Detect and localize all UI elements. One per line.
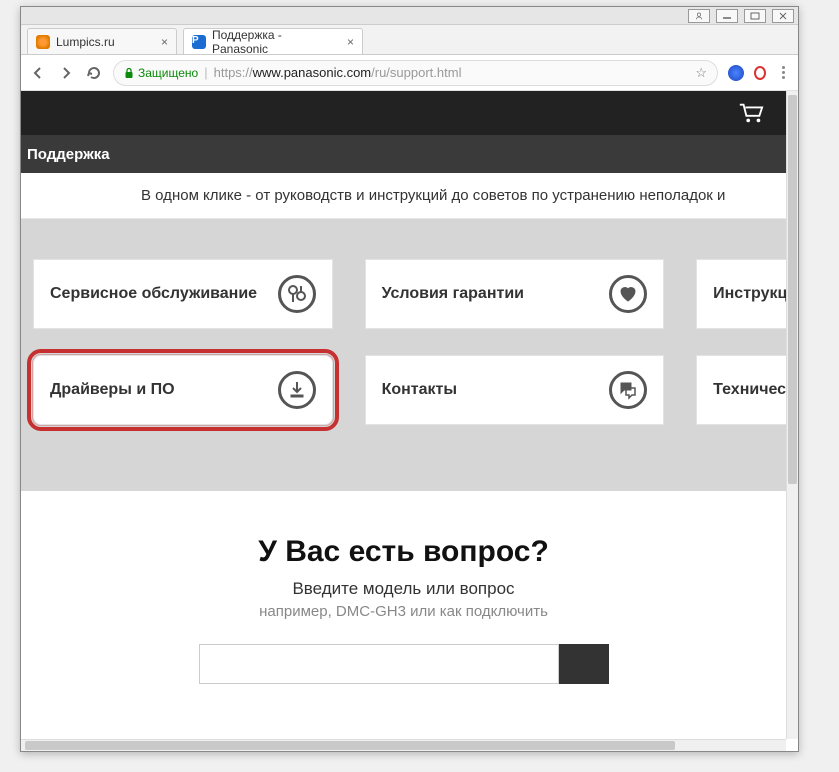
user-icon-button[interactable] <box>688 9 710 23</box>
tile-warranty[interactable]: Условия гарантии <box>365 259 665 329</box>
vertical-scrollbar[interactable] <box>786 91 798 739</box>
window-titlebar <box>21 7 798 25</box>
secure-badge: Защищено <box>124 66 198 80</box>
tile-label: Сервисное обслуживание <box>50 285 257 303</box>
close-window-button[interactable] <box>772 9 794 23</box>
maximize-button[interactable] <box>744 9 766 23</box>
question-prompt: Введите модель или вопрос <box>21 579 786 599</box>
tab-lumpics[interactable]: Lumpics.ru × <box>27 28 177 54</box>
favicon-icon: P <box>192 35 206 49</box>
cart-icon[interactable] <box>738 102 764 124</box>
tab-strip: Lumpics.ru × P Поддержка - Panasonic × <box>21 25 798 55</box>
question-heading: У Вас есть вопрос? <box>21 535 786 569</box>
tile-contacts[interactable]: Контакты <box>365 355 665 425</box>
wrench-icon <box>278 275 316 313</box>
close-tab-icon[interactable]: × <box>347 35 354 49</box>
tab-title: Lumpics.ru <box>56 35 115 49</box>
tile-label: Драйверы и ПО <box>50 381 175 399</box>
tile-label: Контакты <box>382 381 457 399</box>
search-button[interactable] <box>559 644 609 684</box>
forward-button[interactable] <box>57 64 75 82</box>
heart-icon <box>609 275 647 313</box>
page-content: Поддержка В одном клике - от руководств … <box>21 91 786 739</box>
bookmark-star-icon[interactable]: ☆ <box>695 65 707 81</box>
favicon-icon <box>36 35 50 49</box>
site-topbar <box>21 91 786 135</box>
tile-label: Условия гарантии <box>382 285 524 303</box>
search-bar <box>21 644 786 684</box>
page-viewport: Поддержка В одном клике - от руководств … <box>21 91 798 751</box>
intro-text: В одном клике - от руководств и инструкц… <box>21 173 786 219</box>
chat-icon <box>609 371 647 409</box>
tab-panasonic-support[interactable]: P Поддержка - Panasonic × <box>183 28 363 54</box>
search-input[interactable] <box>199 644 559 684</box>
url-text: https://www.panasonic.com/ru/support.htm… <box>214 65 462 80</box>
tile-label: Инструкц <box>713 285 786 303</box>
tile-drivers-software[interactable]: Драйверы и ПО <box>33 355 333 425</box>
address-bar[interactable]: Защищено | https://www.panasonic.com/ru/… <box>113 60 718 86</box>
tile-row: Сервисное обслуживание Условия гарантии … <box>33 259 786 329</box>
scroll-thumb[interactable] <box>788 95 797 484</box>
support-tiles-grid: Сервисное обслуживание Условия гарантии … <box>21 219 786 491</box>
question-example: например, DMC-GH3 или как подключить <box>21 603 786 620</box>
tile-manuals[interactable]: Инструкц <box>696 259 786 329</box>
tile-row: Драйверы и ПО Контакты Техничес <box>33 355 786 425</box>
tile-label: Техничес <box>713 381 786 399</box>
question-section: У Вас есть вопрос? Введите модель или во… <box>21 491 786 684</box>
section-title: Поддержка <box>27 146 110 163</box>
extension-globe-icon[interactable] <box>728 65 744 81</box>
browser-window: Lumpics.ru × P Поддержка - Panasonic × З… <box>20 6 799 752</box>
toolbar: Защищено | https://www.panasonic.com/ru/… <box>21 55 798 91</box>
scroll-thumb[interactable] <box>25 741 675 750</box>
menu-button[interactable] <box>776 66 790 79</box>
reload-button[interactable] <box>85 64 103 82</box>
close-tab-icon[interactable]: × <box>161 35 168 49</box>
minimize-button[interactable] <box>716 9 738 23</box>
secure-label: Защищено <box>138 66 198 80</box>
tile-service[interactable]: Сервисное обслуживание <box>33 259 333 329</box>
tile-technical[interactable]: Техничес <box>696 355 786 425</box>
back-button[interactable] <box>29 64 47 82</box>
extension-opera-icon[interactable] <box>754 66 766 80</box>
section-header: Поддержка <box>21 135 786 173</box>
download-icon <box>278 371 316 409</box>
tab-title: Поддержка - Panasonic <box>212 28 341 56</box>
horizontal-scrollbar[interactable] <box>21 739 786 751</box>
